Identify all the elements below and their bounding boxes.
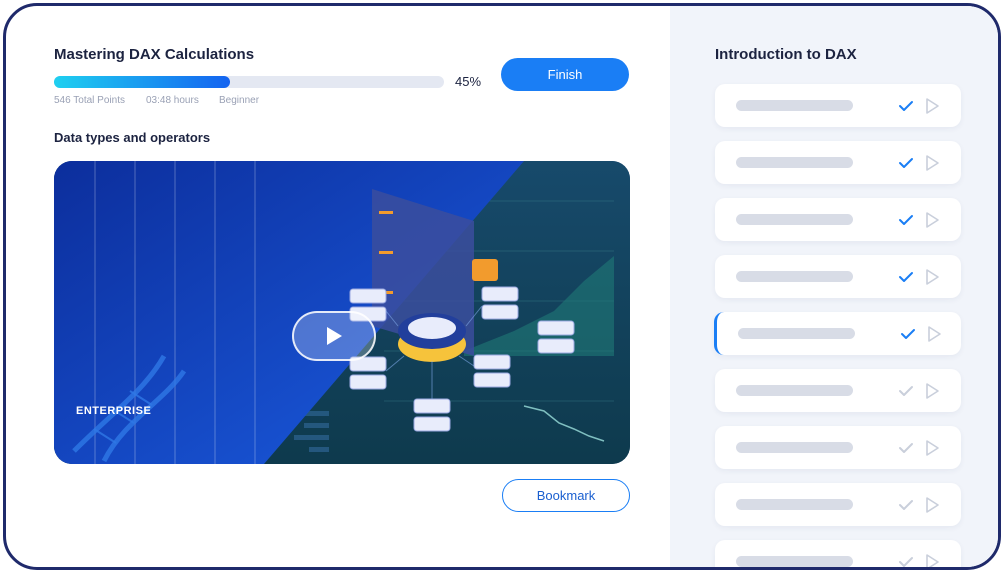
play-outline-icon[interactable] — [924, 154, 940, 172]
total-points: 546 Total Points — [54, 95, 125, 106]
course-level: Beginner — [219, 95, 260, 106]
play-button[interactable] — [292, 311, 376, 361]
course-progress-bar — [54, 76, 444, 88]
check-icon — [899, 500, 913, 510]
video-player[interactable]: ENTERPRISE — [54, 161, 630, 464]
lesson-item[interactable] — [715, 483, 961, 526]
lesson-sidebar: Introduction to DAX — [670, 6, 998, 567]
play-outline-icon[interactable] — [924, 382, 940, 400]
course-title: Mastering DAX Calculations — [54, 46, 255, 63]
check-icon — [899, 101, 913, 111]
lesson-title: Data types and operators — [54, 130, 211, 145]
course-duration: 03:48 hours — [146, 95, 199, 106]
check-icon — [899, 557, 913, 567]
lesson-item[interactable] — [715, 540, 961, 570]
lesson-title-placeholder — [736, 157, 853, 168]
lesson-title-placeholder — [736, 100, 853, 111]
lesson-item[interactable] — [715, 198, 961, 241]
play-outline-icon[interactable] — [924, 496, 940, 514]
lesson-title-placeholder — [736, 556, 853, 567]
check-icon — [899, 386, 913, 396]
play-icon — [327, 327, 342, 345]
lesson-item[interactable] — [715, 141, 961, 184]
check-icon — [899, 158, 913, 168]
lesson-item[interactable] — [715, 84, 961, 127]
lesson-title-placeholder — [738, 328, 855, 339]
course-progress-fill — [54, 76, 230, 88]
play-outline-icon[interactable] — [924, 268, 940, 286]
progress-percent: 45% — [455, 74, 482, 89]
lesson-item[interactable] — [714, 312, 961, 355]
lesson-title-placeholder — [736, 499, 853, 510]
lesson-title-placeholder — [736, 271, 853, 282]
check-icon — [899, 443, 913, 453]
lesson-title-placeholder — [736, 214, 853, 225]
play-outline-icon[interactable] — [924, 211, 940, 229]
sidebar-title: Introduction to DAX — [715, 46, 857, 63]
check-icon — [899, 272, 913, 282]
check-icon — [901, 329, 915, 339]
app-frame: Mastering DAX Calculations 45% 546 Total… — [3, 3, 1001, 570]
lesson-item[interactable] — [715, 426, 961, 469]
check-icon — [899, 215, 913, 225]
bookmark-button[interactable]: Bookmark — [502, 479, 630, 512]
lesson-item[interactable] — [715, 369, 961, 412]
finish-button[interactable]: Finish — [501, 58, 629, 91]
play-outline-icon[interactable] — [924, 553, 940, 570]
lesson-item[interactable] — [715, 255, 961, 298]
play-outline-icon[interactable] — [926, 325, 942, 343]
lesson-title-placeholder — [736, 442, 853, 453]
play-outline-icon[interactable] — [924, 97, 940, 115]
video-brand-text: ENTERPRISE — [76, 405, 152, 417]
play-outline-icon[interactable] — [924, 439, 940, 457]
lesson-title-placeholder — [736, 385, 853, 396]
